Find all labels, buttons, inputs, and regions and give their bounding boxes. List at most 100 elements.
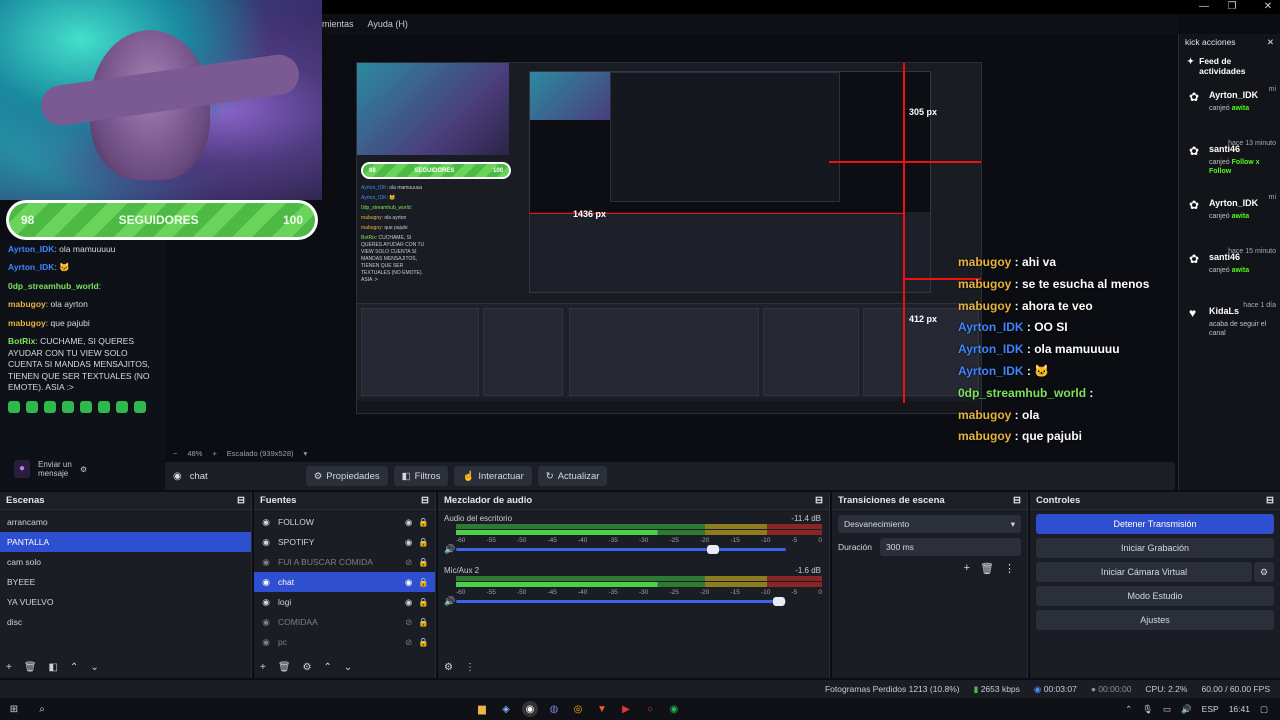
gear-icon[interactable]: ⚙ (303, 662, 312, 673)
transition-select[interactable]: Desvanecimiento ▾ (838, 515, 1021, 533)
lock-icon[interactable]: 🔒 (418, 637, 429, 648)
lock-icon[interactable]: 🔒 (418, 557, 429, 568)
source-item[interactable]: ◉ SPOTIFY ◉ 🔒 (254, 532, 435, 552)
settings-icon[interactable]: ⚙ (80, 465, 87, 474)
folder-icon[interactable]: ▆ (474, 701, 490, 717)
scene-item[interactable]: cam solo (0, 552, 251, 572)
more-icon[interactable]: ⋮ (465, 662, 475, 673)
dock-menu-icon[interactable]: ⊟ (815, 495, 823, 506)
refresh-button[interactable]: ↻ Actualizar (537, 466, 608, 486)
start-virtual-camera-button[interactable]: Iniciar Cámara Virtual (1036, 562, 1252, 582)
volume-slider-knob[interactable] (773, 597, 786, 606)
opera-icon[interactable]: ○ (642, 701, 658, 717)
obs-icon[interactable]: ◉ (522, 701, 538, 717)
dock-menu-icon[interactable]: ⊟ (1013, 495, 1021, 506)
scene-item[interactable]: YA VUELVO (0, 592, 251, 612)
add-icon[interactable]: + (260, 662, 266, 673)
mic-tray-icon[interactable]: 🎙 (1142, 704, 1153, 715)
volume-slider-knob[interactable] (707, 545, 720, 554)
scene-item[interactable]: PANTALLA (0, 532, 251, 552)
source-item[interactable]: ◉ logi ◉ 🔒 (254, 592, 435, 612)
trash-icon[interactable]: 🗑 (278, 662, 291, 673)
duration-input[interactable]: 300 ms (880, 538, 1021, 556)
source-item[interactable]: ◉ FOLLOW ◉ 🔒 (254, 512, 435, 532)
add-icon[interactable]: + (964, 562, 970, 575)
volume-icon[interactable]: 🔊 (444, 596, 455, 607)
lock-icon[interactable]: 🔒 (418, 577, 429, 588)
lock-icon[interactable]: 🔒 (418, 537, 429, 548)
studio-mode-button[interactable]: Modo Estudio (1036, 586, 1274, 606)
eye-icon[interactable]: ◉ (405, 517, 412, 528)
source-item[interactable]: ◉ chat ◉ 🔒 (254, 572, 435, 592)
zoom-out-icon[interactable]: − (173, 449, 177, 458)
close-icon[interactable]: ✕ (1267, 37, 1274, 48)
properties-button[interactable]: ⚙ Propiedades (305, 466, 388, 486)
spotify-icon[interactable]: ◉ (666, 701, 682, 717)
stop-stream-button[interactable]: Detener Transmisión (1036, 514, 1274, 534)
maximize-icon[interactable]: ❐ (1222, 0, 1242, 14)
more-icon[interactable]: ⋮ (1004, 562, 1015, 575)
filter-icon[interactable]: ◧ (49, 662, 58, 673)
notification-icon[interactable]: ▢ (1260, 704, 1268, 715)
zoom-in-icon[interactable]: + (212, 449, 216, 458)
filters-button[interactable]: ◧ Filtros (393, 466, 449, 486)
menu-item-tools[interactable]: mientas (322, 19, 354, 29)
minimize-icon[interactable]: — (1194, 0, 1214, 14)
source-item[interactable]: ◉ COMIDAA ⊘ 🔒 (254, 612, 435, 632)
source-item[interactable]: ◉ pc ⊘ 🔒 (254, 632, 435, 652)
settings-button[interactable]: Ajustes (1036, 610, 1274, 630)
refresh-label: Actualizar (557, 470, 600, 482)
interact-button[interactable]: ☝ Interactuar (454, 466, 532, 486)
clock[interactable]: 16:41 (1229, 704, 1250, 714)
lock-icon[interactable]: 🔒 (418, 617, 429, 628)
steam-icon[interactable]: ◈ (498, 701, 514, 717)
lock-icon[interactable]: 🔒 (418, 597, 429, 608)
windows-start-icon[interactable]: ⊞ (6, 701, 22, 717)
scene-item[interactable]: BYEEE (0, 572, 251, 592)
volume-icon[interactable]: 🔊 (1181, 704, 1192, 715)
youtube-icon[interactable]: ▶ (618, 701, 634, 717)
brave-icon[interactable]: ▼ (594, 701, 610, 717)
volume-slider[interactable] (456, 597, 786, 606)
add-icon[interactable]: + (6, 662, 12, 673)
arrow-down-icon[interactable]: ⌄ (90, 662, 98, 673)
preview-canvas[interactable]: 98 SEGUIDORES 100 Ayrton_IDK: ola mamuuu… (356, 62, 982, 414)
close-icon[interactable]: ✕ (1258, 0, 1278, 14)
meter-tick: -30 (639, 537, 649, 544)
lock-icon[interactable]: 🔒 (418, 517, 429, 528)
volume-icon[interactable]: 🔊 (444, 544, 455, 555)
network-icon[interactable]: ▭ (1163, 704, 1171, 715)
send-message-button[interactable]: Enviar un mensaje (38, 460, 72, 478)
language-indicator[interactable]: ESP (1202, 704, 1219, 714)
trash-icon[interactable]: 🗑 (980, 562, 994, 575)
source-item[interactable]: ◉ FUI A BUSCAR COMIDA ⊘ 🔒 (254, 552, 435, 572)
search-icon[interactable]: ⌕ (34, 701, 50, 717)
eye-hidden-icon[interactable]: ⊘ (405, 637, 412, 648)
mic-icon[interactable]: ● (14, 460, 30, 478)
gear-icon[interactable]: ⚙ (444, 662, 453, 673)
scale-mode[interactable]: Escalado (939x528) (227, 449, 294, 458)
virtual-camera-gear-icon[interactable]: ⚙ (1254, 562, 1274, 582)
chevron-up-icon[interactable]: ⌃ (1125, 704, 1132, 715)
arrow-down-icon[interactable]: ⌄ (344, 662, 352, 673)
arrow-up-icon[interactable]: ⌃ (70, 662, 78, 673)
level-meter (456, 524, 822, 529)
chevron-down-icon[interactable]: ▾ (304, 449, 308, 458)
trash-icon[interactable]: 🗑 (24, 662, 37, 673)
discord-icon[interactable]: ◍ (546, 701, 562, 717)
arrow-up-icon[interactable]: ⌃ (324, 662, 332, 673)
chrome-icon[interactable]: ◎ (570, 701, 586, 717)
menu-item-help[interactable]: Ayuda (H) (368, 19, 408, 29)
scene-item[interactable]: disc (0, 612, 251, 632)
eye-icon[interactable]: ◉ (405, 537, 412, 548)
eye-hidden-icon[interactable]: ⊘ (405, 557, 412, 568)
volume-slider[interactable] (456, 545, 786, 554)
dock-menu-icon[interactable]: ⊟ (421, 495, 429, 506)
dock-menu-icon[interactable]: ⊟ (237, 495, 245, 506)
eye-hidden-icon[interactable]: ⊘ (405, 617, 412, 628)
scene-item[interactable]: arrancamo (0, 512, 251, 532)
start-recording-button[interactable]: Iniciar Grabación (1036, 538, 1274, 558)
eye-icon[interactable]: ◉ (405, 577, 412, 588)
dock-menu-icon[interactable]: ⊟ (1266, 495, 1274, 506)
eye-icon[interactable]: ◉ (405, 597, 412, 608)
